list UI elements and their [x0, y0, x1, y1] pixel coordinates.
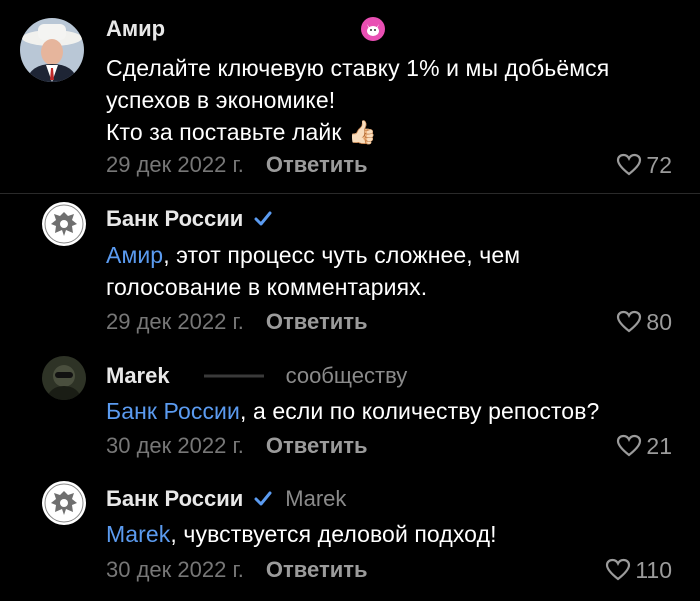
author-row: Амир — [106, 14, 385, 44]
comment-text-fragment: , а если по количеству репостов? — [239, 398, 600, 424]
author-row: Marek сообществу — [106, 361, 407, 391]
comment-text-fragment: , чувствуется деловой подход! — [170, 521, 497, 547]
comment-date: 30 дек 2022 г. — [106, 557, 244, 582]
author-name[interactable]: Амир — [106, 16, 165, 42]
author-row: Банк России — [106, 204, 273, 234]
avatar[interactable] — [42, 356, 86, 400]
like-count: 110 — [635, 556, 672, 583]
heart-icon — [617, 434, 642, 457]
comment-text: Банк России, а если по количеству репост… — [106, 395, 599, 427]
redaction-mark — [172, 18, 352, 44]
comment-meta: 29 дек 2022 г. Ответить — [106, 307, 368, 337]
comment-text-line: голосование в комментариях. — [106, 274, 428, 300]
cat-badge-icon — [360, 16, 386, 47]
comment-text-line: Кто за поставьте лайк 👍🏻 — [106, 116, 609, 148]
thumbs-up-emoji: 👍🏻 — [347, 119, 377, 145]
heart-icon — [617, 153, 642, 176]
mention-link[interactable]: Marek — [106, 521, 170, 547]
divider — [0, 193, 700, 194]
redaction-mark — [174, 363, 284, 390]
comment-date: 29 дек 2022 г. — [106, 309, 244, 334]
mention-link[interactable]: Банк России — [106, 398, 240, 424]
like-button[interactable]: 21 — [616, 431, 672, 461]
like-button[interactable]: 80 — [616, 307, 672, 337]
author-name[interactable]: Банк России — [106, 206, 243, 232]
comment-text: Marek, чувствуется деловой подход! — [106, 518, 497, 550]
comment-date: 29 дек 2022 г. — [106, 152, 244, 177]
comment-text: Сделайте ключевую ставку 1% и мы добьёмс… — [106, 52, 609, 148]
author-row: Банк России Marek — [106, 484, 346, 514]
comment-text-line: успехов в экономике! — [106, 87, 336, 113]
comment-text: Амир, этот процесс чуть сложнее, чем гол… — [106, 239, 520, 303]
comment-meta: 30 дек 2022 г. Ответить — [106, 555, 368, 585]
like-count: 72 — [646, 151, 672, 178]
comment-text-line: Банк России, а если по количеству репост… — [106, 395, 599, 427]
comment-text-line: Сделайте ключевую ставку 1% и мы добьёмс… — [106, 55, 610, 81]
reply-button[interactable]: Ответить — [266, 152, 368, 178]
like-count: 80 — [646, 308, 672, 335]
comment-text-line: Marek, чувствуется деловой подход! — [106, 518, 497, 550]
comment-date: 30 дек 2022 г. — [106, 433, 244, 458]
comment-text-fragment: Кто за поставьте лайк — [106, 119, 342, 145]
like-button[interactable]: 110 — [605, 555, 672, 585]
like-button[interactable]: 72 — [616, 150, 672, 180]
reply-button[interactable]: Ответить — [266, 557, 368, 583]
reply-button[interactable]: Ответить — [266, 309, 368, 335]
heart-icon — [617, 310, 642, 333]
author-name[interactable]: Банк России — [106, 486, 243, 512]
reply-button[interactable]: Ответить — [266, 433, 368, 459]
avatar[interactable] — [42, 202, 86, 246]
comments-thread: Амир Сделайте ключевую ставку 1% и мы до… — [0, 0, 700, 601]
checkmark-icon — [254, 491, 272, 506]
avatar[interactable] — [42, 481, 86, 525]
author-subtitle: сообществу — [285, 363, 408, 388]
heart-icon — [606, 558, 631, 581]
like-count: 21 — [646, 432, 672, 459]
mention-link[interactable]: Амир — [106, 242, 163, 268]
avatar[interactable] — [20, 18, 84, 82]
author-name[interactable]: Marek — [106, 363, 170, 389]
comment-meta: 29 дек 2022 г. Ответить — [106, 150, 368, 180]
comment-meta: 30 дек 2022 г. Ответить — [106, 431, 368, 461]
comment-text-fragment: , этот процесс чуть сложнее, чем — [163, 242, 521, 268]
comment-text-line: Амир, этот процесс чуть сложнее, чем — [106, 239, 520, 271]
checkmark-icon — [254, 211, 272, 226]
reply-to-name[interactable]: Marek — [285, 486, 346, 512]
